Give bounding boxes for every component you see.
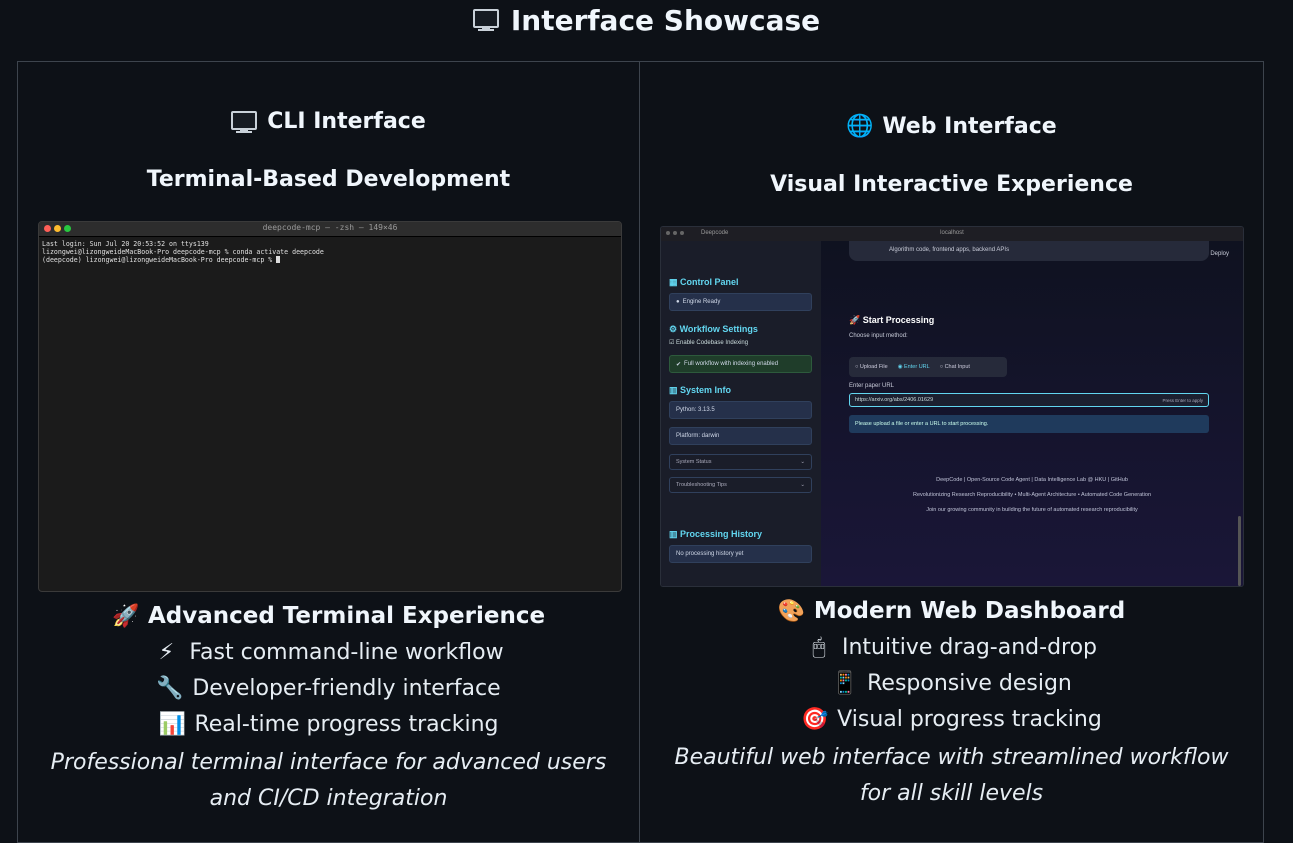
cli-subtitle: Terminal-Based Development — [146, 167, 511, 192]
sidebar-processing-history: ▥ Processing History — [669, 529, 763, 539]
sidebar-workflow-settings: ⚙ Workflow Settings — [669, 324, 758, 334]
radio-chat[interactable]: ○ Chat Input — [940, 364, 970, 370]
bar-chart-icon: 📊 — [158, 712, 186, 737]
paper-url-input[interactable]: https://arxiv.org/abs/2406.01629 Press E… — [849, 393, 1209, 407]
footer-line: Join our growing community in building t… — [926, 507, 1138, 513]
web-subtitle: Visual Interactive Experience — [770, 172, 1133, 197]
cli-feature-text: Real-time progress tracking — [194, 712, 499, 737]
system-status-expander[interactable]: System Status ⌄ — [669, 454, 812, 470]
cli-feature-item: ⚡ Fast command-line workflow — [18, 640, 639, 665]
web-feature-heading: 🎨 Modern Web Dashboard — [640, 598, 1263, 624]
cli-feature-item: 📊 Real-time progress tracking — [18, 712, 639, 737]
scrollbar[interactable] — [1238, 516, 1241, 586]
web-app: ▦ Control Panel ● Engine Ready ⚙ Workflo… — [661, 241, 1243, 586]
engine-status: ● Engine Ready — [669, 293, 812, 311]
web-feature-text: Visual progress tracking — [837, 707, 1102, 732]
rocket-icon: 🚀 — [111, 603, 140, 629]
cli-feature-text: Fast command-line workflow — [189, 640, 504, 665]
web-feature-heading-text: Modern Web Dashboard — [813, 598, 1126, 624]
web-screenshot: Deepcode localhost ▦ Control Panel ● Eng… — [660, 226, 1244, 587]
chevron-down-icon: ⌄ — [800, 459, 805, 465]
troubleshooting-expander[interactable]: Troubleshooting Tips ⌄ — [669, 477, 812, 493]
monitor-icon — [472, 9, 499, 31]
chevron-down-icon: ⌄ — [800, 482, 805, 488]
cli-feature-heading-text: Advanced Terminal Experience — [147, 603, 546, 629]
terminal-window-title: deepcode-mcp — -zsh — 149×46 — [262, 223, 398, 232]
web-column: 🌐 Web Interface Visual Interactive Exper… — [640, 62, 1263, 842]
deploy-button[interactable]: Deploy — [1210, 251, 1229, 257]
wrench-icon: 🔧 — [156, 676, 184, 701]
web-title: 🌐 Web Interface — [640, 114, 1263, 139]
web-feature-item: 🎯 Visual progress tracking — [640, 707, 1263, 732]
platform-info: Platform: darwin — [669, 427, 812, 445]
lightning-icon: ⚡ — [158, 640, 175, 665]
web-feature-text: Intuitive drag-and-drop — [841, 635, 1098, 660]
footer-line: DeepCode | Open-Source Code Agent | Data… — [936, 477, 1128, 483]
monitor-icon — [231, 110, 258, 133]
phone-icon: 📱 — [831, 671, 859, 696]
footer-line: Revolutionizing Research Reproducibility… — [912, 492, 1152, 498]
terminal-line: lizongwei@lizongweidеMacBook-Pro deepcod… — [42, 248, 324, 257]
mouse-icon: 🖱 — [812, 635, 826, 660]
info-message: Please upload a file or enter a URL to s… — [849, 415, 1209, 433]
terminal-line: Last login: Sun Jul 20 20:53:52 on ttys1… — [42, 240, 209, 248]
page-title-text: Interface Showcase — [510, 3, 821, 37]
web-sidebar: ▦ Control Panel ● Engine Ready ⚙ Workflo… — [661, 241, 821, 586]
terminal-line-prompt: (deepcode) lizongwei@lizongweideMacBook-… — [42, 256, 618, 264]
radio-url[interactable]: ◉ Enter URL — [898, 364, 930, 370]
terminal-prompt: (deepcode) lizongwei@lizongweideMacBook-… — [42, 256, 277, 265]
indexing-checkbox[interactable]: ☑ Enable Codebase Indexing — [669, 339, 748, 346]
cli-feature-item: 🔧 Developer-friendly interface — [18, 676, 639, 701]
browser-address: localhost — [940, 230, 964, 236]
radio-upload[interactable]: ○ Upload File — [855, 364, 888, 370]
cli-title-text: CLI Interface — [267, 109, 426, 134]
web-description: Beautiful web interface with streamlined… — [674, 745, 1229, 806]
paper-url-label: Enter paper URL — [849, 383, 895, 389]
sidebar-control-panel: ▦ Control Panel — [669, 277, 739, 287]
python-version: Python: 3.13.5 — [669, 401, 812, 419]
cli-description: Professional terminal interface for adva… — [50, 750, 607, 811]
terminal-titlebar: deepcode-mcp — -zsh — 149×46 — [39, 222, 621, 237]
web-feature-item: 📱 Responsive design — [640, 671, 1263, 696]
cli-feature-heading: 🚀 Advanced Terminal Experience — [18, 603, 639, 629]
cli-feature-text: Developer-friendly interface — [192, 676, 501, 701]
start-processing-heading: 🚀 Start Processing — [849, 315, 935, 325]
palette-icon: 🎨 — [777, 598, 806, 624]
web-main: Algorithm code, frontend apps, backend A… — [821, 241, 1243, 586]
page-title: Interface Showcase — [0, 0, 1293, 40]
cli-title: CLI Interface — [18, 109, 639, 134]
choose-input-label: Choose input method: — [849, 333, 908, 339]
web-feature-item: 🖱 Intuitive drag-and-drop — [640, 635, 1263, 660]
web-feature-text: Responsive design — [867, 671, 1072, 696]
top-card: Algorithm code, frontend apps, backend A… — [849, 241, 1209, 261]
terminal-cursor — [276, 256, 281, 264]
globe-icon: 🌐 — [846, 114, 874, 139]
terminal-body: Last login: Sun Jul 20 20:53:52 on ttys1… — [39, 237, 621, 268]
workflow-status: ✔ Full workflow with indexing enabled — [669, 355, 812, 373]
history-empty: No processing history yet — [669, 545, 812, 563]
top-card-text: Algorithm code, frontend apps, backend A… — [889, 247, 1010, 253]
cli-column: CLI Interface Terminal-Based Development… — [18, 62, 640, 842]
showcase-table: CLI Interface Terminal-Based Development… — [17, 61, 1264, 843]
input-method-radio[interactable]: ○ Upload File ◉ Enter URL ○ Chat Input — [849, 357, 1007, 377]
terminal-screenshot: deepcode-mcp — -zsh — 149×46 Last login:… — [38, 221, 622, 592]
web-title-text: Web Interface — [882, 114, 1057, 139]
sidebar-system-info: ▥ System Info — [669, 385, 732, 395]
browser-bar: Deepcode localhost — [661, 227, 1243, 241]
target-icon: 🎯 — [801, 707, 829, 732]
